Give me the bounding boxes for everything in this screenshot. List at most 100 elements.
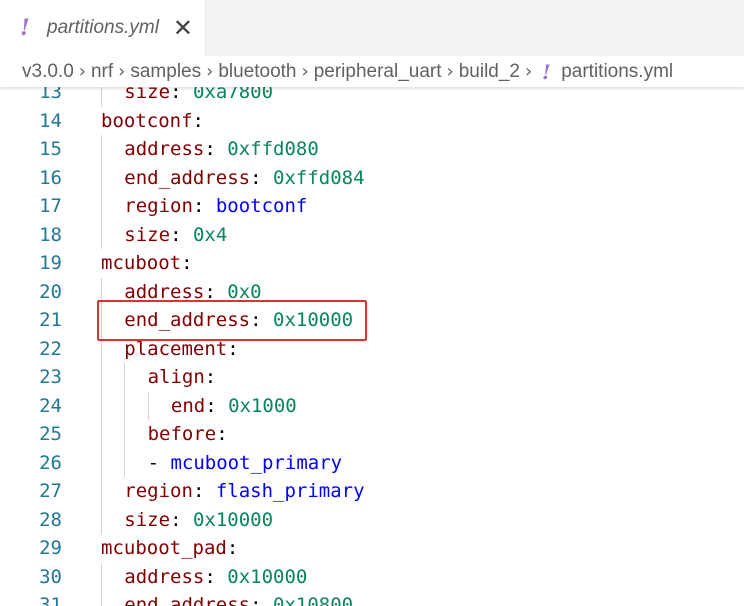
indent-guide xyxy=(124,363,126,392)
code-editor[interactable]: 13 size: 0xa7800 14 bootconf: 15 address: 0xf… xyxy=(0,78,744,606)
indent-guide xyxy=(101,277,102,306)
colon: : xyxy=(205,394,229,417)
code-content: mcuboot: xyxy=(101,249,193,278)
indent-guide xyxy=(101,477,102,506)
code-content: address: 0x0 xyxy=(124,278,261,307)
yaml-value: 0x10000 xyxy=(273,309,354,331)
code-content: end_address: 0xffd084 xyxy=(124,164,364,193)
breadcrumb-item[interactable]: build_2 xyxy=(459,61,520,83)
line-number: 24 xyxy=(39,394,62,417)
code-content: before: xyxy=(148,420,228,449)
code-line[interactable]: 24 end: 0x1000 xyxy=(0,391,744,421)
code-line[interactable]: 18 size: 0x4 xyxy=(0,220,744,249)
line-number: 27 xyxy=(39,480,62,502)
code-line[interactable]: 16 end_address: 0xffd084 xyxy=(0,163,744,193)
colon: : xyxy=(192,109,204,132)
indent-guide xyxy=(101,562,102,591)
breadcrumb-item[interactable]: peripheral_uart xyxy=(314,61,442,83)
yaml-key: before xyxy=(147,423,217,445)
code-line[interactable]: 23 align: xyxy=(0,363,744,392)
colon: : xyxy=(250,166,274,189)
yaml-value: 0xffd084 xyxy=(273,166,365,189)
indent-guide xyxy=(124,391,126,420)
yaml-file-icon: ! xyxy=(541,59,551,84)
indent-guide xyxy=(101,363,102,392)
indent-guide xyxy=(101,420,102,449)
code-line[interactable]: 15 address: 0xffd080 xyxy=(0,135,744,164)
indent-guide xyxy=(124,420,126,449)
code-content: region: flash_primary xyxy=(124,477,364,506)
yaml-value: 0x4 xyxy=(192,223,228,246)
yaml-file-icon: ! xyxy=(20,15,30,41)
chevron-right-icon: › xyxy=(118,61,126,82)
yaml-key: region xyxy=(124,480,193,502)
chevron-right-icon: › xyxy=(206,61,214,82)
colon: : xyxy=(170,508,193,531)
colon: : xyxy=(192,480,216,502)
indent-guide xyxy=(101,391,102,420)
breadcrumb-file[interactable]: partitions.yml xyxy=(561,61,673,83)
indent-guide xyxy=(101,192,102,221)
code-line[interactable]: 22 placement: xyxy=(0,334,744,364)
code-line[interactable]: 19 mcuboot: xyxy=(0,249,744,278)
code-line[interactable]: 27 region: flash_primary xyxy=(0,477,744,506)
tab-bar: ! partitions.yml ✕ xyxy=(0,0,744,57)
line-number: 29 xyxy=(39,537,62,559)
line-number: 15 xyxy=(39,138,62,160)
breadcrumb-item[interactable]: nrf xyxy=(91,61,113,83)
indent-guide xyxy=(101,591,102,606)
yaml-key: address xyxy=(124,280,205,303)
line-number: 23 xyxy=(39,366,62,388)
indent-guide xyxy=(101,334,102,363)
code-line[interactable]: 17 region: bootconf xyxy=(0,192,744,221)
code-line[interactable]: 31 end_address: 0x10800 xyxy=(0,591,744,606)
code-content: end_address: 0x10800 xyxy=(124,591,353,606)
indent-guide xyxy=(101,163,102,192)
code-line[interactable]: 20 address: 0x0 xyxy=(0,277,744,307)
code-line[interactable]: 29 mcuboot_pad: xyxy=(0,534,744,563)
indent-guide xyxy=(101,220,102,249)
code-line[interactable]: 14 bootconf: xyxy=(0,107,744,136)
colon: : xyxy=(204,565,228,588)
yaml-key: region xyxy=(124,195,193,217)
yaml-key: align xyxy=(147,366,205,388)
yaml-key: end_address xyxy=(124,309,251,331)
indent-guide xyxy=(101,135,102,164)
tab-label: partitions.yml xyxy=(47,17,159,38)
code-line[interactable]: 25 before: xyxy=(0,420,744,449)
line-number: 18 xyxy=(39,223,62,246)
line-number: 19 xyxy=(39,252,62,274)
breadcrumb-item[interactable]: v3.0.0 xyxy=(22,61,74,83)
breadcrumb-item[interactable]: bluetooth xyxy=(218,61,296,83)
line-number: 22 xyxy=(39,337,62,360)
code-content: address: 0x10000 xyxy=(124,563,307,592)
tab-partitions-yml[interactable]: ! partitions.yml ✕ xyxy=(0,0,206,56)
code-line[interactable]: 26 - mcuboot_primary xyxy=(0,448,744,477)
code-content: placement: xyxy=(124,335,238,364)
colon: : xyxy=(227,337,239,360)
yaml-key: mcuboot xyxy=(101,252,182,274)
yaml-value: 0x10000 xyxy=(227,565,308,588)
code-line[interactable]: 30 address: 0x10000 xyxy=(0,562,744,592)
yaml-key: end_address xyxy=(124,166,251,189)
close-icon[interactable]: ✕ xyxy=(173,16,193,40)
code-content: address: 0xffd080 xyxy=(124,135,318,164)
code-line[interactable]: 21 end_address: 0x10000 xyxy=(0,306,744,335)
code-content: region: bootconf xyxy=(124,192,307,221)
chevron-right-icon: › xyxy=(525,61,533,82)
colon: : xyxy=(204,366,217,388)
code-content: bootconf: xyxy=(101,107,204,136)
yaml-value: flash_primary xyxy=(215,480,365,502)
line-number: 31 xyxy=(39,594,62,606)
yaml-key: address xyxy=(124,565,205,588)
line-number: 20 xyxy=(39,280,62,303)
code-line[interactable]: 28 size: 0x10000 xyxy=(0,505,744,535)
yaml-value: 0x0 xyxy=(227,280,262,303)
code-content: end: 0x1000 xyxy=(171,392,297,421)
colon: : xyxy=(250,309,274,331)
code-content: size: 0x10000 xyxy=(124,506,273,535)
line-number: 25 xyxy=(39,423,62,445)
colon: : xyxy=(226,537,239,559)
yaml-key: mcuboot_pad xyxy=(101,537,227,559)
breadcrumb-item[interactable]: samples xyxy=(130,61,201,83)
